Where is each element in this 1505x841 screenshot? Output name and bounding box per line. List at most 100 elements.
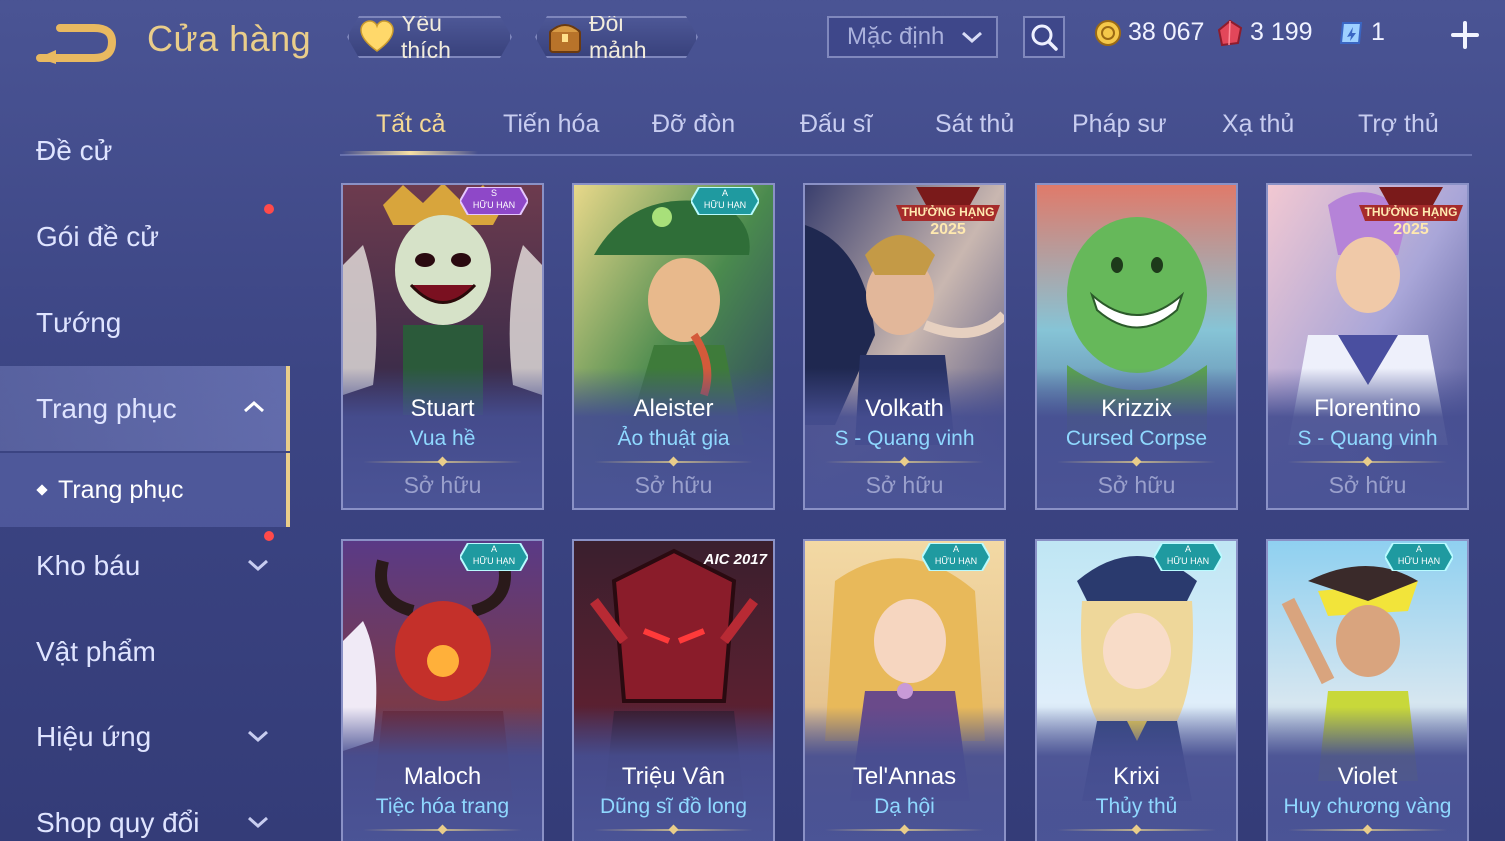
sidebar-item-label: Trang phục bbox=[36, 392, 177, 424]
notification-dot bbox=[264, 204, 274, 214]
skin-name: Dạ hội bbox=[874, 795, 935, 818]
skin-name: Ảo thuật gia bbox=[617, 427, 730, 450]
tab-support[interactable]: Trợ thủ bbox=[1358, 110, 1439, 139]
sidebar-item-skins[interactable]: Trang phục bbox=[0, 366, 290, 451]
skin-card-trieu-van[interactable]: AIC 2017 Triệu Vân Dũng sĩ đồ long bbox=[572, 539, 775, 841]
sidebar-item-label: Kho báu bbox=[36, 549, 141, 581]
sidebar-item-treasure[interactable]: Kho báu bbox=[0, 523, 290, 608]
role-tabs: Tất cả Tiến hóa Đỡ đòn Đấu sĩ Sát thủ Ph… bbox=[340, 100, 1472, 156]
card-divider bbox=[1057, 824, 1216, 835]
sidebar-item-heroes[interactable]: Tướng bbox=[0, 280, 290, 365]
tab-all[interactable]: Tất cả bbox=[376, 110, 445, 139]
sort-dropdown[interactable]: Mặc định bbox=[827, 16, 998, 58]
tier-badge-label: A HỮU HẠN bbox=[472, 544, 516, 566]
sidebar-item-label: Đề cử bbox=[36, 134, 113, 166]
card-divider bbox=[594, 456, 753, 467]
gold-balance: 38 067 bbox=[1094, 18, 1204, 47]
owned-status: Sở hữu bbox=[1328, 472, 1407, 498]
chevron-up-icon bbox=[244, 400, 264, 413]
sidebar-item-effects[interactable]: Hiệu ứng bbox=[0, 694, 290, 779]
skin-card-stuart[interactable]: S HỮU HẠN Stuart Vua hề Sở hữu bbox=[341, 183, 544, 510]
plus-icon bbox=[1451, 21, 1479, 49]
skin-card-krixi[interactable]: A HỮU HẠN Krixi Thủy thủ bbox=[1035, 539, 1238, 841]
tab-marksman[interactable]: Xạ thủ bbox=[1222, 110, 1294, 139]
owned-status: Sở hữu bbox=[634, 472, 713, 498]
skin-name: Cursed Corpse bbox=[1065, 427, 1208, 450]
sidebar-item-label: Gói đề cử bbox=[36, 220, 160, 252]
rank-reward-year: 2025 bbox=[1393, 221, 1429, 238]
gem-amount: 3 199 bbox=[1250, 18, 1313, 46]
rank-reward-label: THƯỞNG HẠNG bbox=[1364, 205, 1458, 219]
tab-mage[interactable]: Pháp sư bbox=[1072, 110, 1167, 139]
active-tab-indicator bbox=[342, 151, 478, 155]
sidebar-item-label: Shop quy đổi bbox=[36, 806, 200, 838]
shard-exchange-button[interactable]: Đổi mảnh bbox=[535, 16, 698, 58]
skin-card-krizzix[interactable]: Krizzix Cursed Corpse Sở hữu bbox=[1035, 183, 1238, 510]
sidebar-item-label: Vật phẩm bbox=[36, 635, 156, 667]
shard-exchange-label: Đổi mảnh bbox=[589, 10, 647, 63]
back-button[interactable] bbox=[34, 22, 118, 64]
skin-name: Thủy thủ bbox=[1095, 795, 1178, 818]
skin-name: S - Quang vinh bbox=[834, 427, 975, 450]
aic-event-label: AIC 2017 bbox=[703, 551, 767, 568]
skin-card-florentino[interactable]: THƯỞNG HẠNG 2025 Florentino S - Quang vi… bbox=[1266, 183, 1469, 510]
sidebar-item-label: Hiệu ứng bbox=[36, 720, 152, 752]
sidebar-subitem-skins[interactable]: Trang phục bbox=[0, 453, 290, 527]
back-arrow-icon bbox=[36, 24, 117, 64]
skin-card-violet[interactable]: A HỮU HẠN Violet Huy chương vàng bbox=[1266, 539, 1469, 841]
card-divider bbox=[825, 824, 984, 835]
sidebar: Đề cử Gói đề cử Tướng Trang phục Trang p… bbox=[0, 100, 290, 841]
hero-name: Krizzix bbox=[1101, 395, 1172, 422]
skin-name: S - Quang vinh bbox=[1297, 427, 1438, 450]
skin-name: Huy chương vàng bbox=[1283, 795, 1452, 818]
chevron-down-icon bbox=[962, 31, 982, 44]
owned-status: Sở hữu bbox=[1097, 472, 1176, 498]
card-divider bbox=[825, 456, 984, 467]
bullet-icon bbox=[36, 484, 48, 496]
chevron-down-icon bbox=[248, 559, 268, 572]
gold-coin-icon bbox=[1094, 19, 1122, 47]
card-divider bbox=[1288, 456, 1447, 467]
ticket-amount: 1 bbox=[1371, 18, 1385, 46]
skin-card-volkath[interactable]: THƯỞNG HẠNG 2025 Volkath S - Quang vinh … bbox=[803, 183, 1006, 510]
hero-name: Violet bbox=[1337, 763, 1398, 790]
sidebar-item-items[interactable]: Vật phẩm bbox=[0, 609, 290, 694]
tier-badge-label: A HỮU HẠN bbox=[1397, 544, 1441, 566]
hero-name: Aleister bbox=[633, 395, 714, 422]
tab-evolution[interactable]: Tiến hóa bbox=[503, 110, 599, 139]
heart-icon bbox=[359, 20, 395, 54]
search-icon bbox=[1031, 24, 1058, 51]
page-title: Cửa hàng bbox=[147, 18, 312, 59]
owned-status: Sở hữu bbox=[865, 472, 944, 498]
favorites-button[interactable]: Yêu thích bbox=[347, 16, 512, 58]
tier-badge-label: A HỮU HẠN bbox=[1166, 544, 1210, 566]
hero-name: Florentino bbox=[1314, 395, 1421, 422]
tab-assassin[interactable]: Sát thủ bbox=[935, 110, 1014, 139]
skin-grid: S HỮU HẠN Stuart Vua hề Sở hữu A HỮU HẠN A… bbox=[341, 183, 1471, 841]
card-divider bbox=[594, 824, 753, 835]
rank-reward-year: 2025 bbox=[930, 221, 966, 238]
sidebar-item-exchange-shop[interactable]: Shop quy đổi bbox=[0, 780, 290, 841]
tab-fighter[interactable]: Đấu sĩ bbox=[800, 110, 872, 139]
chevron-down-icon bbox=[248, 816, 268, 829]
skin-card-maloch[interactable]: A HỮU HẠN Maloch Tiệc hóa trang bbox=[341, 539, 544, 841]
card-divider bbox=[1288, 824, 1447, 835]
tier-badge-label: S HỮU HẠN bbox=[472, 188, 516, 210]
search-button[interactable] bbox=[1023, 16, 1065, 58]
sidebar-item-label: Tướng bbox=[36, 306, 122, 338]
sidebar-item-featured[interactable]: Đề cử bbox=[0, 108, 290, 193]
top-up-button[interactable] bbox=[1450, 20, 1480, 50]
skin-card-aleister[interactable]: A HỮU HẠN Aleister Ảo thuật gia Sở hữu bbox=[572, 183, 775, 510]
skin-name: Vua hề bbox=[409, 427, 476, 450]
gem-balance: 3 199 bbox=[1216, 18, 1313, 47]
card-divider bbox=[1057, 456, 1216, 467]
notification-dot bbox=[264, 531, 274, 541]
rank-reward-label: THƯỞNG HẠNG bbox=[901, 205, 995, 219]
sidebar-subitem-label: Trang phục bbox=[58, 475, 184, 504]
sidebar-item-featured-bundles[interactable]: Gói đề cử bbox=[0, 194, 290, 279]
treasure-chest-icon bbox=[547, 20, 583, 54]
hero-name: Maloch bbox=[403, 763, 482, 790]
tab-tank[interactable]: Đỡ đòn bbox=[652, 110, 735, 139]
favorites-label: Yêu thích bbox=[401, 10, 451, 63]
skin-card-tel-annas[interactable]: A HỮU HẠN Tel'Annas Dạ hội bbox=[803, 539, 1006, 841]
